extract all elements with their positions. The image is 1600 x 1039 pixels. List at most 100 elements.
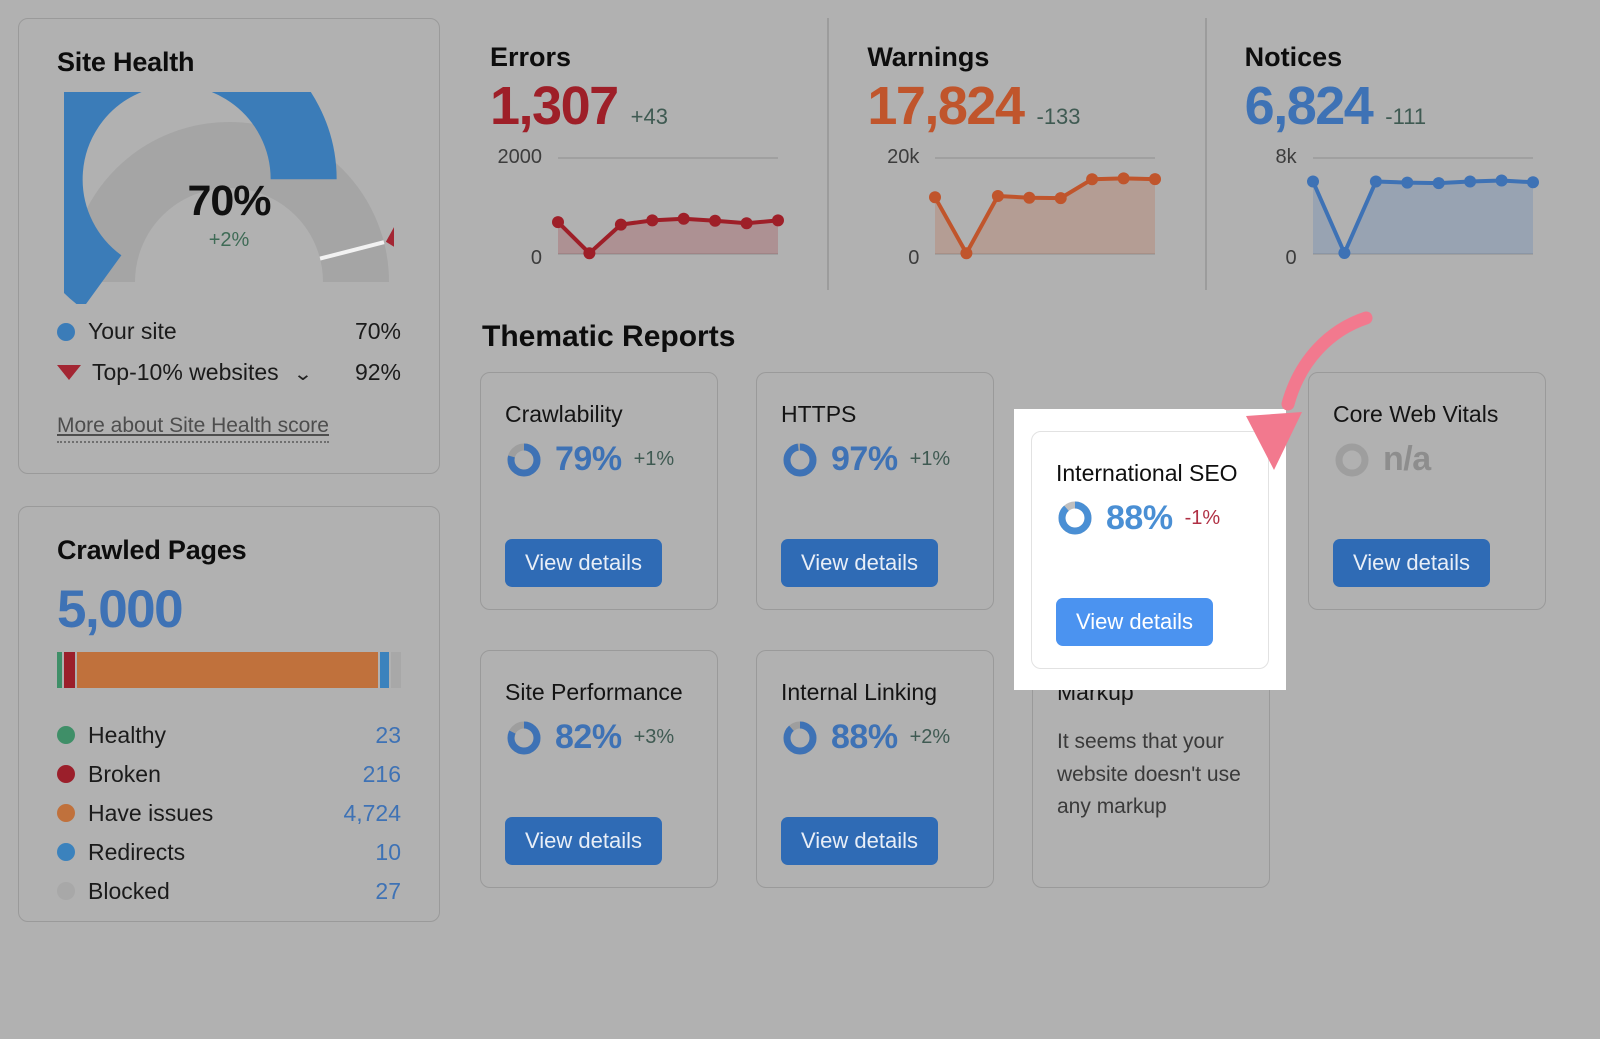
thematic-card-crawlability[interactable]: Crawlability 79% +1% View details <box>480 372 718 610</box>
thematic-card-metric: 88% +2% <box>781 718 969 757</box>
spark-data-point <box>614 218 627 231</box>
legend-row-top10[interactable]: Top-10% websites ⌄ 92% <box>57 359 401 386</box>
spark-data-point <box>1369 175 1382 188</box>
spark-data-point <box>992 190 1005 203</box>
stat-title: Warnings <box>867 42 990 72</box>
spark-data-point <box>1149 173 1162 186</box>
spark-data-point <box>677 213 690 226</box>
thematic-card-name: Core Web Vitals <box>1333 401 1499 427</box>
your-site-color-dot <box>57 322 75 341</box>
spark-data-point <box>1526 176 1539 189</box>
thematic-card-internal-linking[interactable]: Internal Linking 88% +2% View details <box>756 650 994 888</box>
sparkline-axis: 8k 0 <box>1245 146 1307 269</box>
status-label: Have issues <box>88 799 214 826</box>
thematic-card-name: Internal Linking <box>781 679 937 705</box>
chevron-down-icon[interactable]: ⌄ <box>293 363 313 386</box>
thematic-card-percent: 88% <box>1106 498 1173 537</box>
status-count: 23 <box>375 721 401 748</box>
card-spacer <box>1056 538 1244 598</box>
spark-data-point <box>1023 192 1036 205</box>
crawled-pages-legend: Healthy 23 Broken 216 Have issues 4,724 Redire… <box>57 716 401 911</box>
status-count: 216 <box>362 760 401 787</box>
crawled-pages-row[interactable]: Broken 216 <box>57 755 401 794</box>
thematic-card-delta: +1% <box>909 448 951 471</box>
spark-data-point <box>1495 174 1508 187</box>
view-details-button[interactable]: View details <box>505 817 662 865</box>
crawled-pages-row[interactable]: Healthy 23 <box>57 716 401 755</box>
more-about-site-health-link[interactable]: More about Site Health score <box>57 414 329 443</box>
crawled-pages-row[interactable]: Blocked 27 <box>57 872 401 911</box>
thematic-card-percent: 97% <box>831 440 898 479</box>
thematic-card-delta: +3% <box>633 726 675 749</box>
thematic-reports-title: Thematic Reports <box>482 320 736 353</box>
view-details-button[interactable]: View details <box>1333 539 1490 587</box>
spark-data-point <box>1055 192 1068 205</box>
card-spacer <box>505 479 693 539</box>
spark-data-point <box>646 214 659 227</box>
spark-data-point <box>1086 173 1099 186</box>
thematic-card-https[interactable]: HTTPS 97% +1% View details <box>756 372 994 610</box>
stat-card-notices[interactable]: Notices 6,824 -111 8k 0 <box>1204 18 1582 290</box>
axis-tick-top: 20k <box>887 146 920 169</box>
card-spacer <box>1333 479 1521 539</box>
spark-data-point <box>740 217 753 230</box>
crawled-pages-stacked-bar <box>57 651 401 688</box>
sparkline-chart <box>929 157 1162 260</box>
stat-card-errors[interactable]: Errors 1,307 +43 2000 0 <box>480 18 827 290</box>
card-spacer <box>505 757 693 817</box>
status-count: 10 <box>375 838 401 865</box>
thematic-card-site-performance[interactable]: Site Performance 82% +3% View details <box>480 650 718 888</box>
axis-tick-bottom: 0 <box>1285 247 1297 270</box>
site-health-panel: Site Health 70% +2% Your site 70% Top-10… <box>18 18 440 474</box>
stat-value-line: 6,824 -111 <box>1244 76 1554 136</box>
thematic-card-metric: n/a <box>1333 440 1521 479</box>
stat-title: Errors <box>490 42 572 72</box>
axis-tick-bottom: 0 <box>530 247 542 270</box>
status-label: Redirects <box>88 838 186 865</box>
stat-delta: -111 <box>1385 104 1427 129</box>
spark-data-point <box>1117 172 1130 185</box>
thematic-card-metric: 79% +1% <box>505 440 693 479</box>
thematic-card-name: Site Performance <box>505 679 683 705</box>
axis-tick-bottom: 0 <box>908 247 920 270</box>
crawled-pages-total: 5,000 <box>57 580 184 639</box>
stat-card-warnings[interactable]: Warnings 17,824 -133 20k 0 <box>827 18 1204 290</box>
thematic-card-name: HTTPS <box>781 401 857 427</box>
crawled-pages-row[interactable]: Have issues 4,724 <box>57 794 401 833</box>
view-details-button[interactable]: View details <box>781 817 938 865</box>
stat-value: 17,824 <box>867 76 1025 136</box>
card-spacer <box>1057 824 1245 865</box>
spark-data-point <box>709 215 722 228</box>
thematic-card-international-seo[interactable]: International SEO 88% -1% View details <box>1031 430 1269 669</box>
spark-data-point <box>1463 175 1476 188</box>
stacked-bar-segment <box>64 651 76 688</box>
gauge-svg <box>64 92 394 304</box>
axis-tick-top: 8k <box>1275 146 1297 169</box>
crawled-pages-row[interactable]: Redirects 10 <box>57 833 401 872</box>
highlight-spotlight-international-seo: International SEO 88% -1% View details <box>1014 409 1286 690</box>
stats-row: Errors 1,307 +43 2000 0 Warnings 17,824 <box>480 18 1582 290</box>
sparkline-axis: 2000 0 <box>490 146 552 269</box>
card-spacer <box>781 479 969 539</box>
donut-progress-icon <box>1335 443 1369 477</box>
thematic-card-percent: 79% <box>555 440 622 479</box>
thematic-card-percent: 82% <box>555 718 622 757</box>
stat-value: 6,824 <box>1244 76 1374 136</box>
site-health-title: Site Health <box>57 47 195 77</box>
status-color-dot <box>57 765 75 784</box>
status-color-dot <box>57 726 75 745</box>
stat-title: Notices <box>1244 42 1343 72</box>
thematic-card-core-web-vitals[interactable]: Core Web Vitals n/a View details <box>1308 372 1546 610</box>
your-site-label: Your site <box>88 318 177 344</box>
top10-value: 92% <box>354 359 401 385</box>
status-count: 27 <box>375 877 401 904</box>
stacked-bar-segment <box>77 651 378 688</box>
view-details-button[interactable]: View details <box>505 539 662 587</box>
thematic-card-metric: 88% -1% <box>1056 499 1244 538</box>
sparkline-chart <box>1306 157 1539 260</box>
view-details-button[interactable]: View details <box>781 539 938 587</box>
view-details-button[interactable]: View details <box>1056 597 1213 646</box>
thematic-card-metric: 82% +3% <box>505 718 693 757</box>
donut-progress-icon <box>783 721 817 755</box>
spark-data-point <box>1432 177 1445 190</box>
